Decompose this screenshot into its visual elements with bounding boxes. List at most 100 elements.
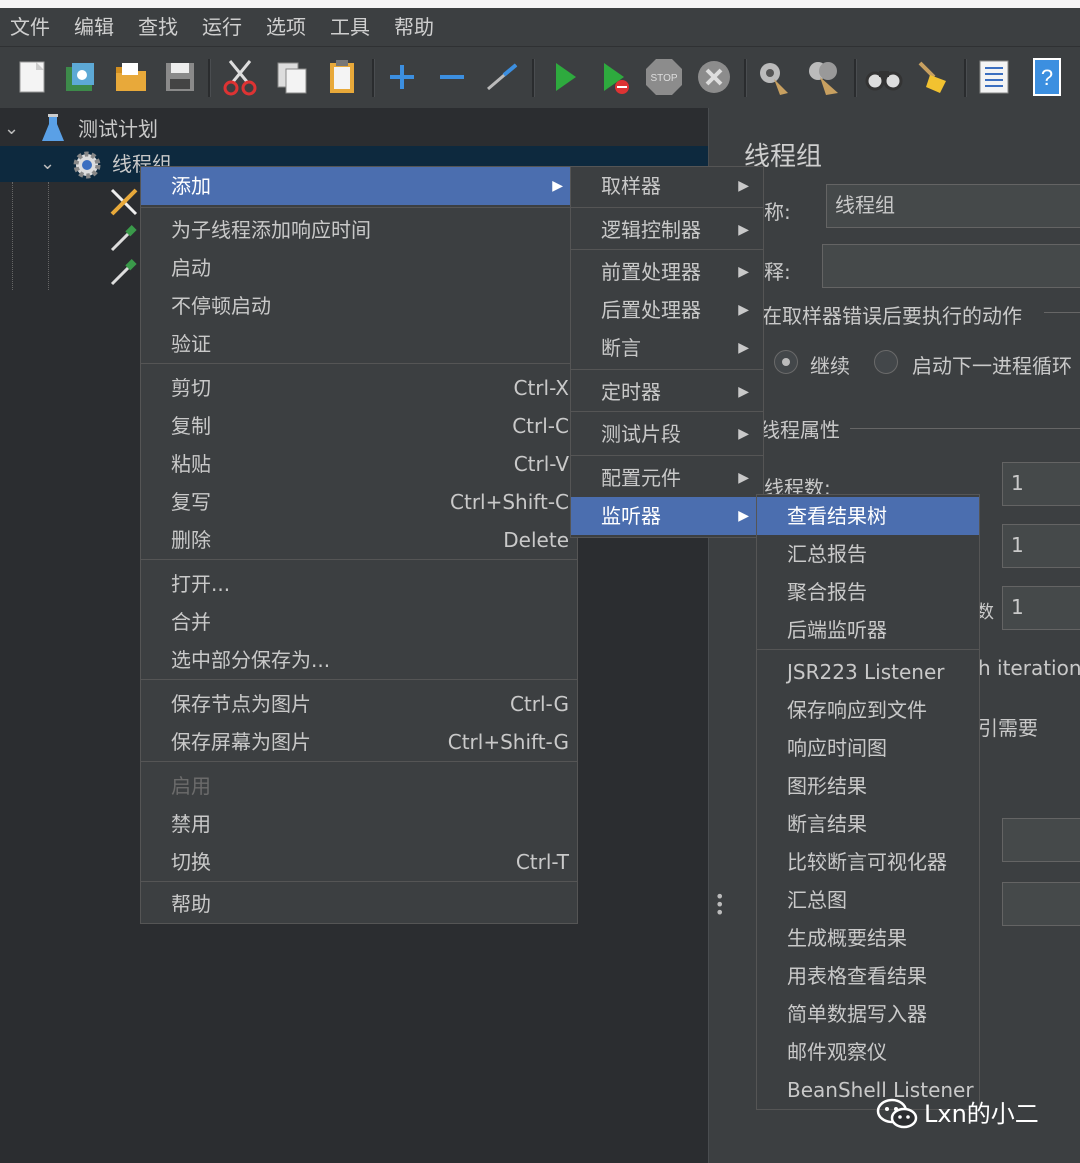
context-menu-item[interactable]: 不停顿启动 [141, 287, 577, 325]
context-menu-item[interactable]: 删除 Delete [141, 521, 577, 559]
expand-icon[interactable] [382, 57, 422, 97]
menu-file[interactable]: 文件 [0, 8, 64, 46]
listener-submenu-item[interactable]: 比较断言可视化器 [757, 843, 979, 881]
duration-input[interactable] [1002, 818, 1080, 862]
templates-icon[interactable] [60, 57, 100, 97]
menu-tools[interactable]: 工具 [320, 8, 384, 46]
context-menu-item[interactable]: 切换 Ctrl-T [141, 843, 577, 881]
thread-count-input[interactable]: 1 [1002, 462, 1080, 506]
listener-submenu-item[interactable]: 断言结果 [757, 805, 979, 843]
toolbar-separator [208, 59, 211, 97]
sampler-tools-icon[interactable] [108, 186, 140, 218]
pipette-icon[interactable] [108, 258, 138, 288]
menu-options[interactable]: 选项 [256, 8, 320, 46]
flask-icon [42, 114, 64, 141]
context-menu-item[interactable]: 启动 [141, 249, 577, 287]
radio-next-loop-label: 启动下一进程循环 [912, 354, 1072, 378]
listener-submenu-item[interactable]: 查看结果树 [757, 497, 979, 535]
listener-submenu-item[interactable]: 聚合报告 [757, 573, 979, 611]
listener-submenu-item[interactable]: 后端监听器 [757, 611, 979, 649]
menu-item-shortcut: Ctrl-T [515, 850, 569, 874]
radio-continue-label: 继续 [810, 354, 850, 378]
add-submenu-item[interactable]: 定时器 ▶ [571, 373, 763, 411]
thread-properties-label: 线程属性 [760, 418, 840, 442]
listener-submenu-item[interactable]: 生成概要结果 [757, 919, 979, 957]
startup-delay-input[interactable] [1002, 882, 1080, 926]
cut-icon[interactable] [220, 57, 260, 97]
context-menu-item[interactable]: 保存屏幕为图片 Ctrl+Shift-G [141, 723, 577, 761]
chevron-down-icon[interactable]: ⌄ [4, 112, 19, 146]
context-menu-item[interactable]: 剪切 Ctrl-X [141, 369, 577, 407]
listener-submenu-item[interactable]: 用表格查看结果 [757, 957, 979, 995]
radio-continue[interactable] [774, 350, 798, 374]
listener-submenu-item[interactable]: 图形结果 [757, 767, 979, 805]
radio-next-loop[interactable] [874, 350, 898, 374]
drag-handle-icon[interactable]: • • • [715, 889, 724, 921]
context-menu-item[interactable]: 合并 [141, 603, 577, 641]
add-submenu-item[interactable]: 前置处理器 ▶ [571, 253, 763, 291]
open-icon[interactable] [110, 57, 150, 97]
context-menu-item[interactable]: 验证 [141, 325, 577, 363]
menu-help[interactable]: 帮助 [384, 8, 448, 46]
menu-item-shortcut: Ctrl-C [512, 414, 569, 438]
collapse-icon[interactable] [432, 57, 472, 97]
add-submenu-item[interactable]: 断言 ▶ [571, 329, 763, 367]
toggle-icon[interactable] [482, 57, 522, 97]
listener-submenu-item[interactable]: 汇总报告 [757, 535, 979, 573]
add-submenu-item[interactable]: 逻辑控制器 ▶ [571, 211, 763, 249]
start-icon[interactable] [544, 57, 584, 97]
menu-separator [141, 363, 577, 364]
menu-item-label: 响应时间图 [787, 736, 887, 760]
add-submenu-item[interactable]: 取样器 ▶ [571, 167, 763, 205]
submenu-arrow-icon: ▶ [738, 470, 749, 486]
listener-submenu-item[interactable]: 汇总图 [757, 881, 979, 919]
context-menu-item[interactable]: 选中部分保存为... [141, 641, 577, 679]
delay-thread-label: 引需要 [978, 716, 1038, 740]
context-menu-item[interactable]: 帮助 [141, 885, 577, 923]
menu-run[interactable]: 运行 [192, 8, 256, 46]
search-icon[interactable] [864, 57, 904, 97]
context-menu-item[interactable]: 保存节点为图片 Ctrl-G [141, 685, 577, 723]
new-icon[interactable] [12, 57, 52, 97]
listener-submenu-item[interactable]: 响应时间图 [757, 729, 979, 767]
context-menu-item[interactable]: 复制 Ctrl-C [141, 407, 577, 445]
add-submenu-item[interactable]: 监听器 ▶ [571, 497, 763, 535]
name-input[interactable]: 线程组 [826, 184, 1080, 228]
ramp-up-input[interactable]: 1 [1002, 524, 1080, 568]
comment-label: 释: [764, 260, 791, 284]
context-menu: 添加 ▶ 为子线程添加响应时间 启动不停顿启动验证剪切 Ctrl-X 复制 Ctrl-C 粘贴… [140, 166, 578, 924]
context-menu-item[interactable]: 打开... [141, 565, 577, 603]
chevron-down-icon[interactable]: ⌄ [40, 147, 55, 181]
context-menu-item[interactable]: 粘贴 Ctrl-V [141, 445, 577, 483]
shutdown-icon[interactable] [694, 57, 734, 97]
comment-input[interactable] [822, 244, 1080, 288]
listener-submenu-item[interactable]: 邮件观察仪 [757, 1033, 979, 1071]
loop-count-input[interactable]: 1 [1002, 586, 1080, 630]
save-icon[interactable] [160, 57, 200, 97]
start-no-pauses-icon[interactable] [594, 57, 634, 97]
context-menu-item[interactable]: 为子线程添加响应时间 [141, 211, 577, 249]
menu-item-label: 为子线程添加响应时间 [171, 218, 371, 242]
listener-submenu-item[interactable]: 简单数据写入器 [757, 995, 979, 1033]
menu-search[interactable]: 查找 [128, 8, 192, 46]
context-menu-item[interactable]: 复写 Ctrl+Shift-C [141, 483, 577, 521]
stop-icon[interactable]: STOP [644, 57, 684, 97]
copy-icon[interactable] [272, 57, 312, 97]
help-icon[interactable]: ? [1026, 57, 1066, 97]
context-menu-item[interactable]: 添加 ▶ [141, 167, 577, 205]
reset-search-icon[interactable] [914, 57, 954, 97]
menu-item-label: 启动 [171, 256, 211, 280]
clear-all-icon[interactable] [804, 57, 844, 97]
menu-edit[interactable]: 编辑 [64, 8, 128, 46]
clear-icon[interactable] [754, 57, 794, 97]
add-submenu-item[interactable]: 后置处理器 ▶ [571, 291, 763, 329]
paste-icon[interactable] [322, 57, 362, 97]
context-menu-item[interactable]: 禁用 [141, 805, 577, 843]
listener-submenu-item[interactable]: 保存响应到文件 [757, 691, 979, 729]
function-helper-icon[interactable] [974, 57, 1014, 97]
listener-submenu-item[interactable]: JSR223 Listener [757, 653, 979, 691]
menu-item-label: 不停顿启动 [171, 294, 271, 318]
add-submenu-item[interactable]: 配置元件 ▶ [571, 459, 763, 497]
add-submenu-item[interactable]: 测试片段 ▶ [571, 415, 763, 453]
pipette-icon[interactable] [108, 224, 138, 254]
